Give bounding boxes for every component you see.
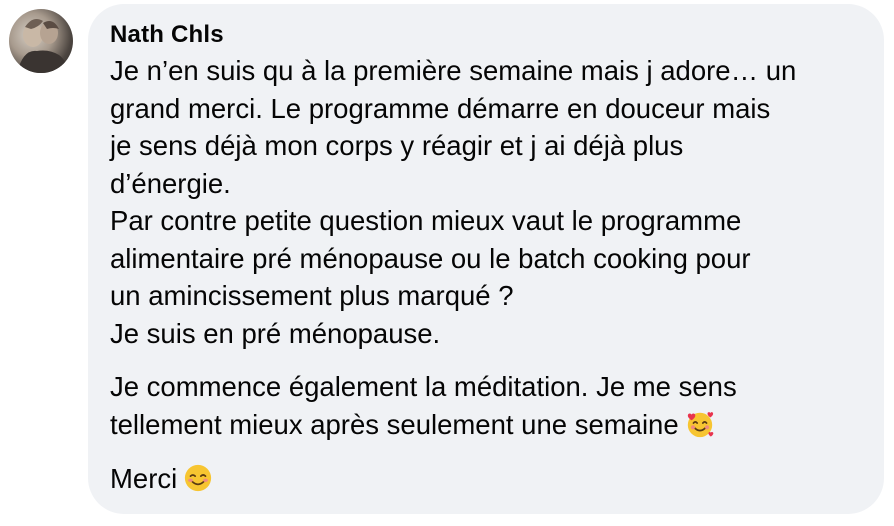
comment: Nath Chls Je n’en suis qu à la première … [0, 0, 894, 526]
text-fragment: Merci [110, 463, 178, 494]
text-line: un amincissement plus marqué ? [110, 280, 514, 311]
text-line: je sens déjà mon corps y réagir et j ai … [110, 130, 684, 161]
text-line: Je commence également la méditation. Je … [110, 371, 737, 402]
text-line: d’énergie. [110, 167, 231, 199]
comment-paragraph-3: Merci [110, 460, 884, 498]
text-line: Je suis en pré ménopause. [110, 317, 441, 349]
author-name[interactable]: Nath Chls [110, 20, 884, 50]
text-line-with-emoji: tellement mieux après seulement une sema… [110, 406, 884, 444]
text-line: Je n’en suis qu à la première semaine ma… [110, 55, 797, 86]
smiling-face-with-hearts-icon [685, 409, 715, 439]
comment-paragraph-2: Je commence également la méditation. Je … [110, 368, 884, 443]
text-line: alimentaire pré ménopause ou le batch co… [110, 242, 751, 274]
comment-paragraph-1: Je n’en suis qu à la première semaine ma… [110, 52, 884, 352]
text-fragment: tellement mieux après seulement une sema… [110, 408, 679, 440]
avatar[interactable] [9, 9, 73, 73]
comment-bubble: Nath Chls Je n’en suis qu à la première … [88, 4, 884, 514]
text-line: Par contre petite question mieux vaut le… [110, 205, 742, 236]
text-line-with-emoji: Merci [110, 460, 884, 498]
text-line: grand merci. Le programme démarre en dou… [110, 92, 771, 124]
smiling-face-icon [183, 463, 213, 493]
profile-photo-icon [17, 19, 69, 73]
